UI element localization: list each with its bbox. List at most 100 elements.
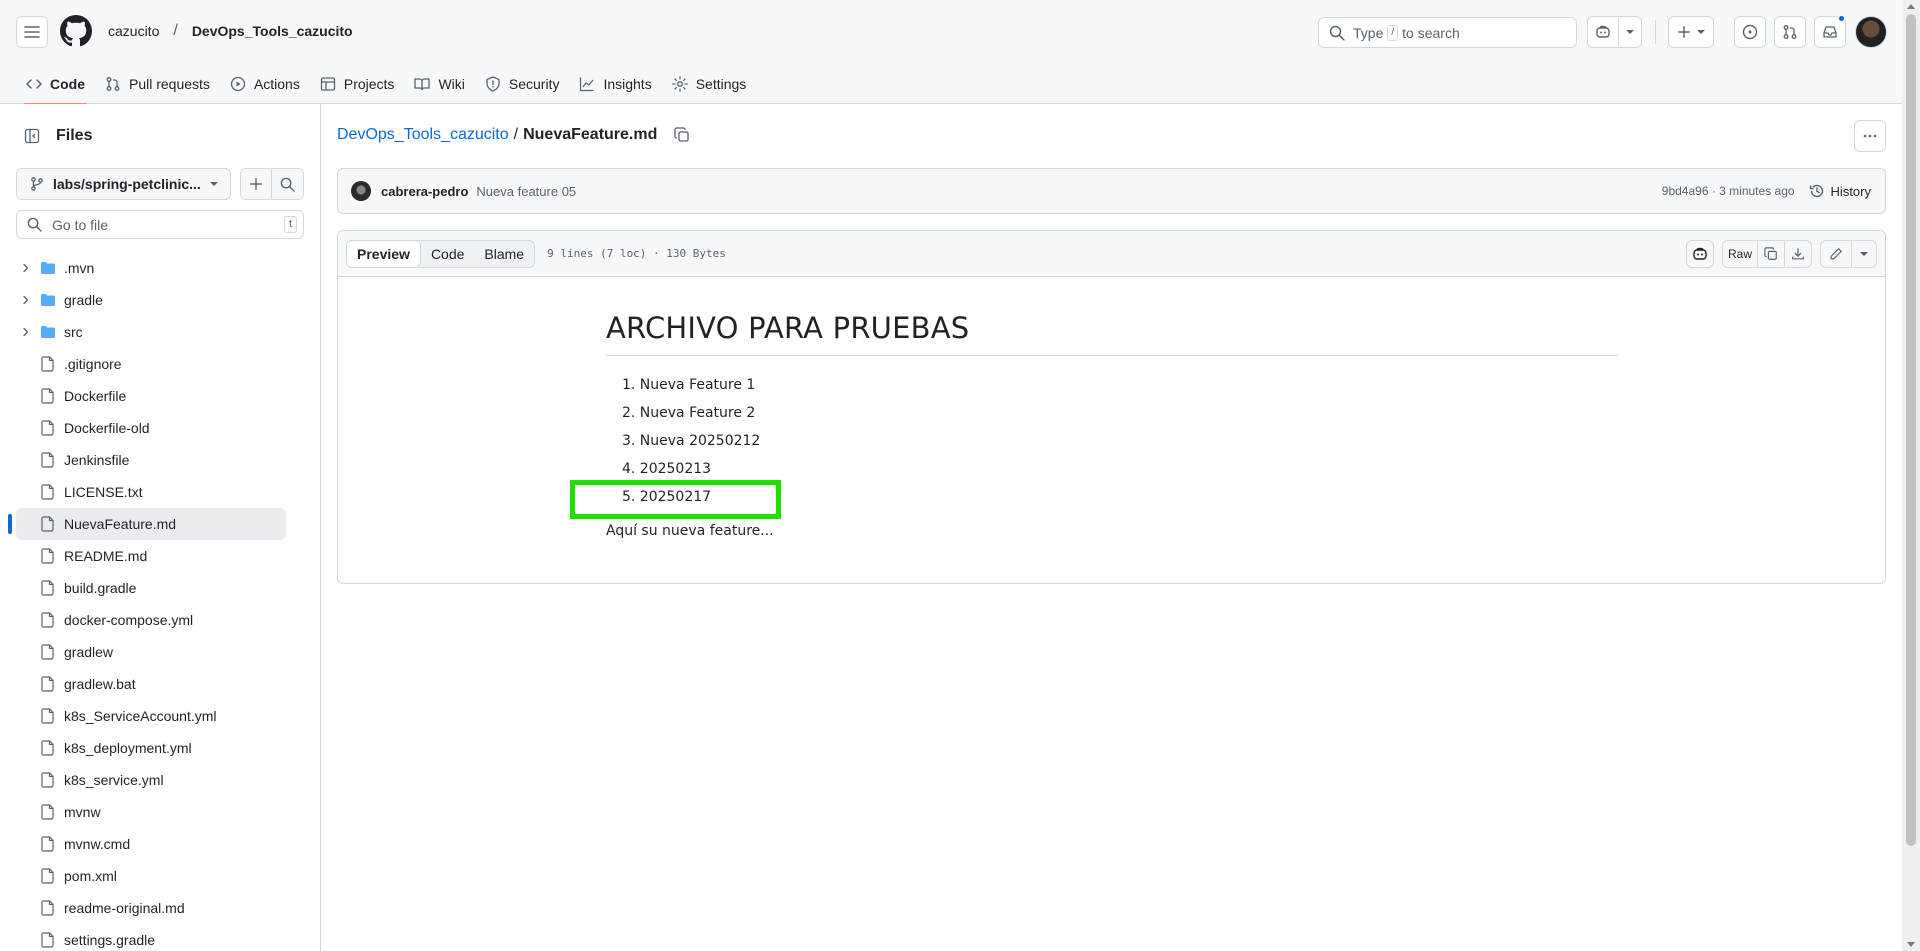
copilot-button[interactable] [1587,16,1619,48]
search-input[interactable]: Type / to search [1318,17,1577,48]
github-logo-icon[interactable] [60,15,92,47]
user-avatar[interactable] [1855,16,1887,48]
file-viewer: Preview Code Blame 9 lines (7 loc) · 130… [337,230,1886,584]
edit-file-button[interactable] [1820,239,1852,268]
pull-requests-button[interactable] [1774,16,1806,48]
tree-item-label: NuevaFeature.md [64,516,177,532]
tree-file-item[interactable]: LICENSE.txt [16,476,286,508]
edit-dropdown-button[interactable] [1851,239,1877,268]
scroll-down-arrow-icon[interactable] [1907,942,1915,947]
owner-link[interactable]: cazucito [108,23,159,39]
copilot-file-button[interactable] [1686,239,1714,268]
tree-file-item[interactable]: Dockerfile [16,380,286,412]
download-button[interactable] [1784,239,1812,268]
tree-item-label: LICENSE.txt [64,484,143,500]
breadcrumb-repo-link[interactable]: DevOps_Tools_cazucito [337,126,509,144]
blame-tab[interactable]: Blame [474,241,534,267]
kebab-horizontal-icon [1863,134,1877,138]
search-code-button[interactable] [271,168,304,200]
tab-projects[interactable]: Projects [310,64,405,104]
raw-button[interactable]: Raw [1722,239,1758,268]
notification-indicator [1837,14,1846,23]
commit-author-avatar[interactable] [351,181,371,201]
tree-file-item[interactable]: pom.xml [16,860,286,892]
tree-file-item[interactable]: README.md [16,540,286,572]
issue-icon [1742,24,1758,40]
menu-button[interactable] [16,16,48,48]
search-icon [1329,25,1345,41]
tree-file-item[interactable]: NuevaFeature.md [8,508,286,540]
tab-security[interactable]: Security [475,64,570,104]
view-mode-switch: Preview Code Blame [346,239,536,268]
history-button[interactable]: History [1809,183,1871,199]
tree-file-item[interactable]: k8s_ServiceAccount.yml [16,700,286,732]
branch-selector[interactable]: labs/spring-petclinic... [16,168,231,200]
file-icon [40,452,56,468]
tree-file-item[interactable]: k8s_deployment.yml [16,732,286,764]
tab-label: Insights [603,76,652,92]
tab-wiki[interactable]: Wiki [404,64,474,104]
table-icon [320,77,336,91]
code-tab[interactable]: Code [421,241,474,267]
create-new-button[interactable] [1668,16,1714,48]
tab-settings[interactable]: Settings [662,64,757,104]
shield-icon [486,76,500,92]
commit-meta[interactable]: 9bd4a96 · 3 minutes ago [1662,184,1795,198]
code-icon [26,79,42,89]
tree-file-item[interactable]: Jenkinsfile [16,444,286,476]
tree-file-item[interactable]: Dockerfile-old [16,412,286,444]
issues-button[interactable] [1734,16,1766,48]
copilot-icon [1596,25,1610,38]
tab-code[interactable]: Code [16,64,95,105]
tab-insights[interactable]: Insights [569,64,661,104]
tree-file-item[interactable]: docker-compose.yml [16,604,286,636]
tree-item-label: k8s_ServiceAccount.yml [64,708,217,724]
highlight-annotation-box [570,480,781,519]
tree-file-item[interactable]: build.gradle [16,572,286,604]
tree-item-label: settings.gradle [64,932,156,948]
tree-file-item[interactable]: gradlew.bat [16,668,286,700]
tree-file-item[interactable]: settings.gradle [16,924,286,951]
add-file-button[interactable] [240,168,272,200]
page-scrollbar[interactable] [1902,0,1920,951]
file-icon [40,708,56,724]
go-to-file-input[interactable]: Go to file t [16,210,304,239]
scrollbar-thumb[interactable] [1906,14,1916,846]
tree-folder-item[interactable]: gradle [16,284,286,316]
tab-label: Wiki [438,76,465,92]
tree-folder-item[interactable]: .mvn [16,252,286,284]
scroll-up-arrow-icon[interactable] [1907,4,1915,9]
inbox-icon [1823,26,1837,38]
file-icon [40,676,56,692]
chevron-right-icon[interactable] [18,294,34,306]
commit-author[interactable]: cabrera-pedro [381,184,468,199]
go-to-file-shortcut: t [283,216,297,233]
download-icon [1792,247,1804,259]
tree-folder-item[interactable]: src [16,316,286,348]
collapse-sidebar-button[interactable] [16,120,48,152]
history-icon [1809,184,1823,198]
file-icon [40,900,56,916]
file-icon [40,804,56,820]
commit-message[interactable]: Nueva feature 05 [476,184,576,199]
tree-file-item[interactable]: readme-original.md [16,892,286,924]
tree-file-item[interactable]: mvnw.cmd [16,828,286,860]
tree-file-item[interactable]: k8s_service.yml [16,764,286,796]
more-options-button[interactable] [1854,120,1886,152]
repo-link[interactable]: DevOps_Tools_cazucito [192,23,353,39]
copy-raw-button[interactable] [1757,239,1785,268]
tree-file-item[interactable]: .gitignore [16,348,286,380]
copilot-dropdown-button[interactable] [1618,16,1642,48]
chevron-right-icon[interactable] [18,262,34,274]
list-item: 2. Nueva Feature 2 [622,405,756,421]
tree-file-item[interactable]: gradlew [16,636,286,668]
preview-tab[interactable]: Preview [346,239,421,268]
search-icon [27,217,42,232]
chevron-right-icon[interactable] [18,326,34,338]
copy-path-button[interactable] [674,127,690,143]
tab-actions[interactable]: Actions [220,64,310,104]
branch-name: labs/spring-petclinic... [53,176,201,192]
tab-pull-requests[interactable]: Pull requests [95,64,220,104]
tree-file-item[interactable]: mvnw [16,796,286,828]
list-item: 3. Nueva 20250212 [622,433,761,449]
